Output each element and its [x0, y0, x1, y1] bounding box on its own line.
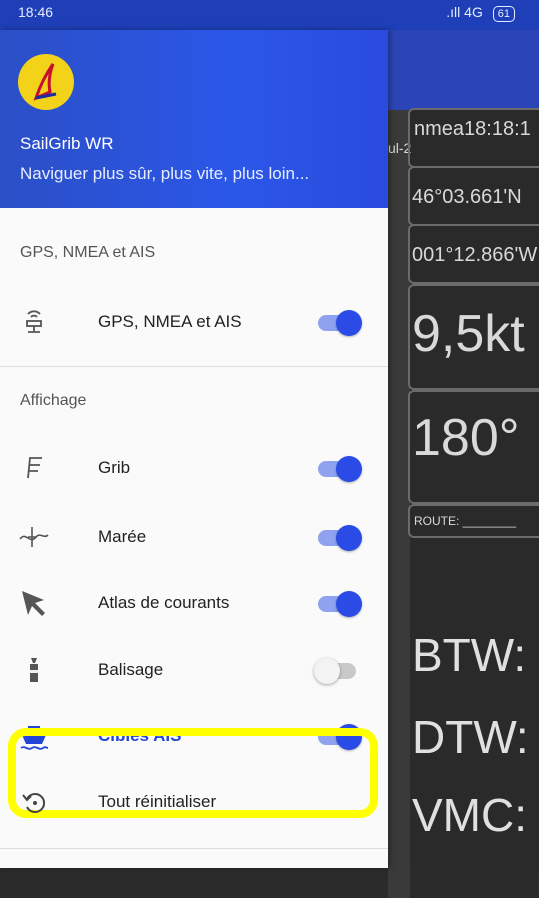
menu-item-reset[interactable]: Tout réinitialiser [0, 772, 388, 832]
sailgrib-logo-icon [18, 54, 74, 110]
heading-readout: 180° [408, 390, 539, 504]
status-time: 18:46 [18, 4, 54, 20]
heading-value: 180° [412, 409, 520, 467]
toggle-maree[interactable] [316, 525, 362, 551]
speed-readout: 9,5kt [408, 284, 539, 390]
drawer-header: SailGrib WR Naviguer plus sûr, plus vite… [0, 30, 388, 208]
menu-label-reset: Tout réinitialiser [98, 792, 217, 811]
route-value: ROUTE: ________ [414, 514, 517, 528]
app-name: SailGrib WR [20, 134, 114, 153]
menu-label-balisage: Balisage [98, 660, 164, 679]
nmea-readout: nmea18:18:1 [408, 108, 539, 168]
tide-icon [18, 521, 50, 553]
navigation-drawer: SailGrib WR Naviguer plus sûr, plus vite… [0, 30, 388, 868]
reset-icon [18, 786, 50, 818]
menu-item-maree[interactable]: Marée [0, 507, 388, 567]
battery-icon: 61 [492, 6, 515, 22]
menu-label-atlas-courants: Atlas de courants [98, 593, 230, 612]
toggle-balisage[interactable] [314, 658, 360, 684]
latitude-value: 46°03.661'N [412, 186, 522, 208]
toggle-gps-nmea-ais[interactable] [316, 310, 362, 336]
nmea-value: nmea18:18:1 [414, 118, 531, 140]
network-type: 4G [464, 4, 483, 20]
toggle-atlas-courants[interactable] [316, 591, 362, 617]
vmc-label: VMC: [412, 789, 527, 841]
app-tagline: Naviguer plus sûr, plus vite, plus loin.… [20, 164, 310, 183]
menu-label-maree: Marée [98, 527, 147, 546]
dtw-label: DTW: [412, 711, 529, 763]
menu-item-atlas-courants[interactable]: Atlas de courants [0, 573, 388, 633]
divider [0, 366, 388, 367]
section-title-gps: GPS, NMEA et AIS [20, 244, 156, 261]
section-title-affichage: Affichage [20, 392, 87, 409]
speed-value: 9,5kt [412, 305, 525, 363]
divider [0, 848, 388, 849]
route-readout: ROUTE: ________ [408, 504, 539, 538]
gps-antenna-icon [18, 306, 50, 338]
menu-label-gps-nmea-ais: GPS, NMEA et AIS [98, 312, 242, 331]
status-right: .ıll 4G 61 [446, 4, 515, 22]
menu-label-grib: Grib [98, 458, 131, 477]
menu-item-gps-nmea-ais[interactable]: GPS, NMEA et AIS [0, 292, 388, 352]
buoy-icon [18, 654, 50, 686]
signal-icon: .ıll [446, 4, 461, 20]
status-bar: 18:46 .ıll 4G 61 [0, 0, 539, 30]
btw-label: BTW: [412, 629, 527, 681]
map-strip [388, 110, 410, 898]
menu-item-balisage[interactable]: Balisage [0, 640, 388, 700]
menu-item-grib[interactable]: Grib [0, 438, 388, 498]
current-arrow-icon [18, 587, 50, 619]
longitude-readout: 001°12.866'W [408, 224, 539, 284]
longitude-value: 001°12.866'W [412, 244, 538, 266]
grib-icon [18, 452, 50, 484]
latitude-readout: 46°03.661'N [408, 166, 539, 226]
toggle-grib[interactable] [316, 456, 362, 482]
